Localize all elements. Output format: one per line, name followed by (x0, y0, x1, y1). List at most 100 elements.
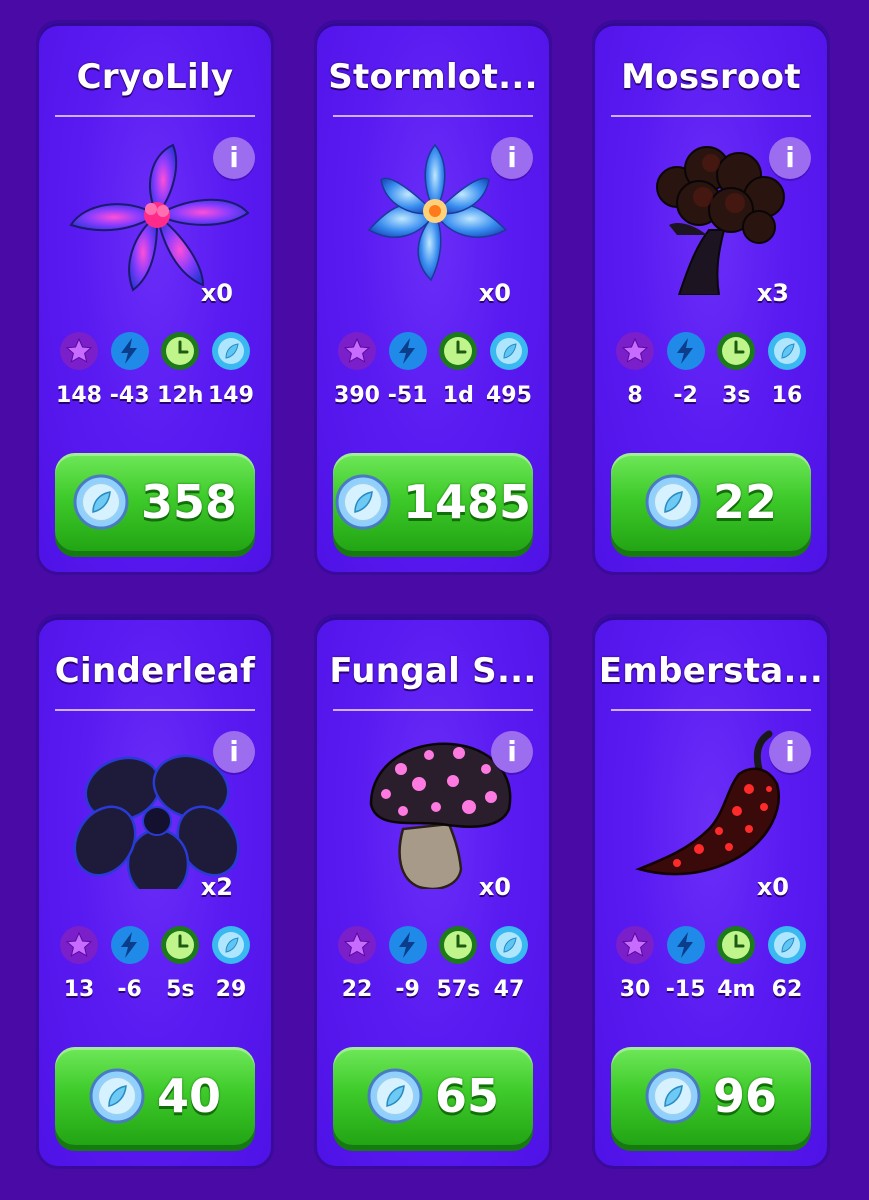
stat-value: 149 (208, 383, 254, 408)
lightning-icon (388, 332, 427, 370)
owned-count: x2 (200, 873, 233, 901)
clock-icon (161, 926, 200, 964)
price-label: 40 (156, 1069, 221, 1123)
stat-value: 495 (486, 383, 532, 408)
stat-value: 16 (771, 383, 803, 408)
stat-time: 4m (712, 925, 760, 1002)
star-icon (60, 926, 98, 964)
owned-count: x3 (756, 279, 789, 307)
lightning-icon (110, 926, 149, 964)
buy-button[interactable]: 22 (611, 453, 811, 551)
price-label: 358 (140, 475, 238, 529)
card-title: Stormlot... (328, 57, 538, 97)
owned-count: x0 (200, 279, 233, 307)
stat-value: 5s (166, 977, 195, 1002)
star-icon (616, 332, 654, 370)
stat-value: 148 (56, 383, 102, 408)
clock-icon (717, 926, 756, 964)
star-icon (60, 332, 98, 370)
stat-value: -15 (665, 977, 706, 1002)
info-button[interactable]: i (491, 137, 533, 179)
card-title: Cinderleaf (54, 651, 256, 691)
stat-value: -9 (395, 977, 420, 1002)
stat-value: 12h (157, 383, 204, 408)
info-button[interactable]: i (769, 137, 811, 179)
stat-value: 8 (627, 383, 643, 408)
leaf-coin-icon (335, 474, 391, 530)
price-label: 65 (434, 1069, 499, 1123)
leaf-coin-icon (211, 332, 250, 370)
info-button[interactable]: i (769, 731, 811, 773)
stat-value: -6 (117, 977, 142, 1002)
shop-grid: CryoLily i x0 148 -43 12h 149 358 Storml… (0, 0, 869, 1200)
stat-value: 62 (771, 977, 803, 1002)
stat-coin: 47 (485, 925, 533, 1002)
stat-time: 5s (156, 925, 204, 1002)
stat-value: -51 (387, 383, 428, 408)
leaf-coin-icon (767, 332, 806, 370)
divider (611, 709, 811, 711)
stat-coin: 16 (763, 331, 811, 408)
stat-energy: -43 (106, 331, 154, 408)
stat-value: 22 (341, 977, 373, 1002)
clock-icon (161, 332, 200, 370)
card-title: CryoLily (76, 57, 234, 97)
stat-value: -43 (109, 383, 150, 408)
card-title: Mossroot (621, 57, 801, 97)
buy-button[interactable]: 1485 (333, 453, 533, 551)
stat-energy: -15 (662, 925, 710, 1002)
leaf-coin-icon (645, 474, 701, 530)
shop-card-stormlotus: Stormlot... i x0 390 -51 1d 495 1485 (314, 20, 552, 575)
shop-card-mossroot: Mossroot i x3 8 -2 3s 16 22 (592, 20, 830, 575)
clock-icon (717, 332, 756, 370)
stat-value: 57s (436, 977, 481, 1002)
stats-row: 22 -9 57s 47 (333, 925, 533, 1002)
leaf-coin-icon (367, 1068, 423, 1124)
leaf-coin-icon (489, 926, 528, 964)
clock-icon (439, 926, 478, 964)
stat-time: 12h (156, 331, 204, 408)
buy-button[interactable]: 40 (55, 1047, 255, 1145)
stats-row: 13 -6 5s 29 (55, 925, 255, 1002)
divider (55, 115, 255, 117)
stat-value: 3s (722, 383, 751, 408)
leaf-coin-icon (89, 1068, 145, 1124)
stat-value: 1d (442, 383, 474, 408)
stat-time: 3s (712, 331, 760, 408)
stat-value: 13 (63, 977, 95, 1002)
owned-count: x0 (478, 873, 511, 901)
stat-star: 8 (611, 331, 659, 408)
clock-icon (439, 332, 478, 370)
info-button[interactable]: i (491, 731, 533, 773)
stat-coin: 495 (485, 331, 533, 408)
star-icon (338, 332, 376, 370)
stat-value: 29 (215, 977, 247, 1002)
stat-coin: 62 (763, 925, 811, 1002)
stats-row: 8 -2 3s 16 (611, 331, 811, 408)
stat-star: 390 (333, 331, 381, 408)
buy-button[interactable]: 358 (55, 453, 255, 551)
price-label: 22 (712, 475, 777, 529)
lightning-icon (110, 332, 149, 370)
info-button[interactable]: i (213, 731, 255, 773)
owned-count: x0 (478, 279, 511, 307)
leaf-coin-icon (767, 926, 806, 964)
price-label: 96 (712, 1069, 777, 1123)
stat-value: 4m (717, 977, 756, 1002)
lightning-icon (666, 332, 705, 370)
stat-energy: -51 (384, 331, 432, 408)
stat-star: 30 (611, 925, 659, 1002)
leaf-coin-icon (211, 926, 250, 964)
stat-star: 148 (55, 331, 103, 408)
buy-button[interactable]: 96 (611, 1047, 811, 1145)
stat-time: 1d (434, 331, 482, 408)
stat-time: 57s (434, 925, 482, 1002)
divider (333, 115, 533, 117)
star-icon (616, 926, 654, 964)
info-button[interactable]: i (213, 137, 255, 179)
divider (333, 709, 533, 711)
shop-card-cinderleaf: Cinderleaf i x2 13 -6 5s 29 40 (36, 614, 274, 1169)
stats-row: 148 -43 12h 149 (55, 331, 255, 408)
buy-button[interactable]: 65 (333, 1047, 533, 1145)
stat-energy: -9 (384, 925, 432, 1002)
